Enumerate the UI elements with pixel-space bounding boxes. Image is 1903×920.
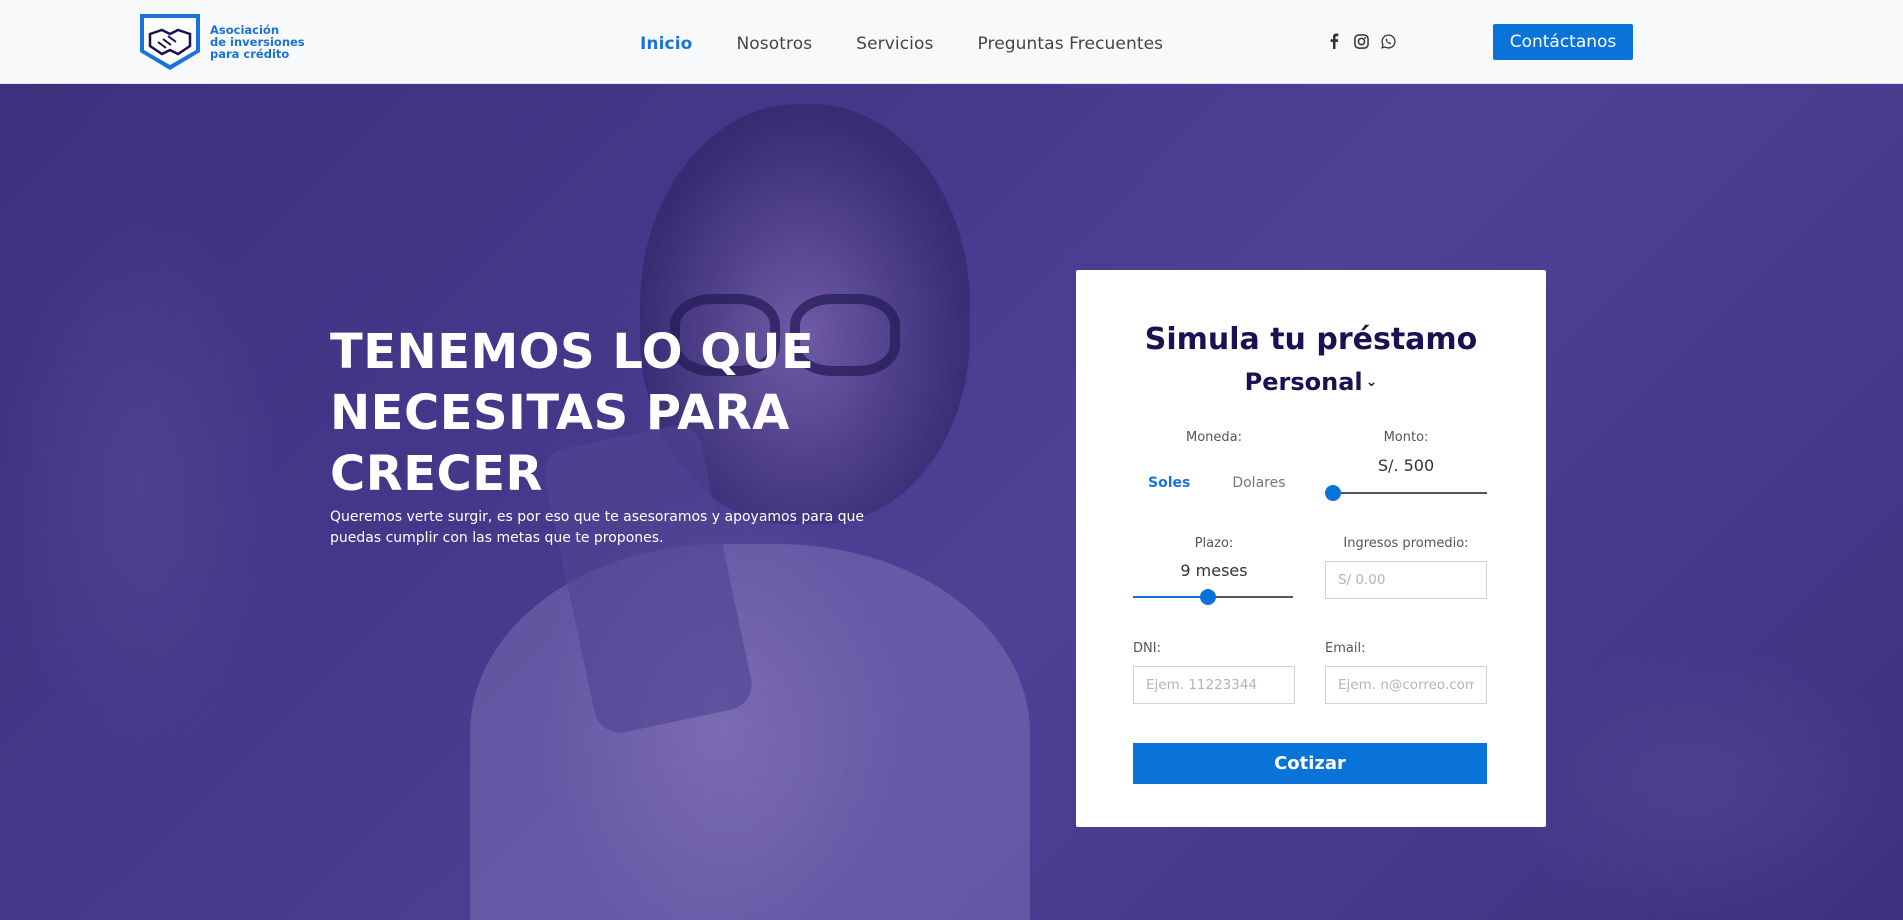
whatsapp-icon[interactable] <box>1379 32 1397 50</box>
term-slider[interactable] <box>1133 589 1293 605</box>
brand-line-3: para crédito <box>210 47 290 61</box>
income-input[interactable] <box>1325 561 1487 599</box>
term-slider-thumb[interactable] <box>1200 589 1217 605</box>
dni-label: DNI: <box>1133 641 1161 656</box>
term-slider-fill <box>1133 596 1209 598</box>
email-label: Email: <box>1325 641 1366 656</box>
hero-text-block: TENEMOS LO QUE NECESITAS PARA CRECER Que… <box>330 322 890 549</box>
contact-button[interactable]: Contáctanos <box>1493 24 1633 60</box>
amount-slider-thumb[interactable] <box>1325 485 1341 501</box>
instagram-icon[interactable] <box>1352 32 1370 50</box>
handshake-logo-icon <box>140 14 200 70</box>
nav-item-inicio[interactable]: Inicio <box>640 34 692 54</box>
income-label: Ingresos promedio: <box>1343 536 1469 551</box>
loan-type-dropdown[interactable]: Personal ⌄ <box>1076 368 1546 396</box>
main-nav: Inicio Nosotros Servicios Preguntas Frec… <box>640 34 1207 54</box>
site-header: Asociación de inversiones para crédito I… <box>0 0 1903 84</box>
chevron-down-icon: ⌄ <box>1365 374 1378 390</box>
nav-item-preguntas-frecuentes[interactable]: Preguntas Frecuentes <box>977 34 1163 54</box>
social-links <box>1325 32 1406 50</box>
amount-slider[interactable] <box>1325 485 1487 501</box>
facebook-icon[interactable] <box>1325 32 1343 50</box>
currency-label: Moneda: <box>1185 430 1242 445</box>
hero-title: TENEMOS LO QUE NECESITAS PARA CRECER <box>330 324 815 502</box>
amount-label: Monto: <box>1383 430 1429 445</box>
loan-type-value: Personal <box>1244 368 1363 396</box>
term-value: 9 meses <box>1180 561 1248 580</box>
hero-subtitle: Queremos verte surgir, es por eso que te… <box>330 509 864 546</box>
term-label: Plazo: <box>1194 536 1234 551</box>
amount-value: S/. 500 <box>1377 456 1435 475</box>
dni-input[interactable] <box>1133 666 1295 704</box>
brand-name: Asociación de inversiones para crédito <box>210 24 305 60</box>
brand-logo[interactable]: Asociación de inversiones para crédito <box>136 12 305 72</box>
currency-option-soles[interactable]: Soles <box>1148 475 1190 491</box>
nav-item-servicios[interactable]: Servicios <box>856 34 933 54</box>
currency-option-dolares[interactable]: Dolares <box>1232 475 1285 491</box>
cotizar-button[interactable]: Cotizar <box>1133 743 1487 784</box>
currency-toggle: Soles Dolares <box>1148 475 1328 491</box>
simulator-title: Simula tu préstamo <box>1144 322 1478 357</box>
email-input[interactable] <box>1325 666 1487 704</box>
nav-item-nosotros[interactable]: Nosotros <box>736 34 812 54</box>
loan-simulator-card: Simula tu préstamo Personal ⌄ Moneda: Sol… <box>1076 270 1546 827</box>
hero-section: TENEMOS LO QUE NECESITAS PARA CRECER Que… <box>0 84 1903 920</box>
hero-overlay <box>0 84 1903 920</box>
